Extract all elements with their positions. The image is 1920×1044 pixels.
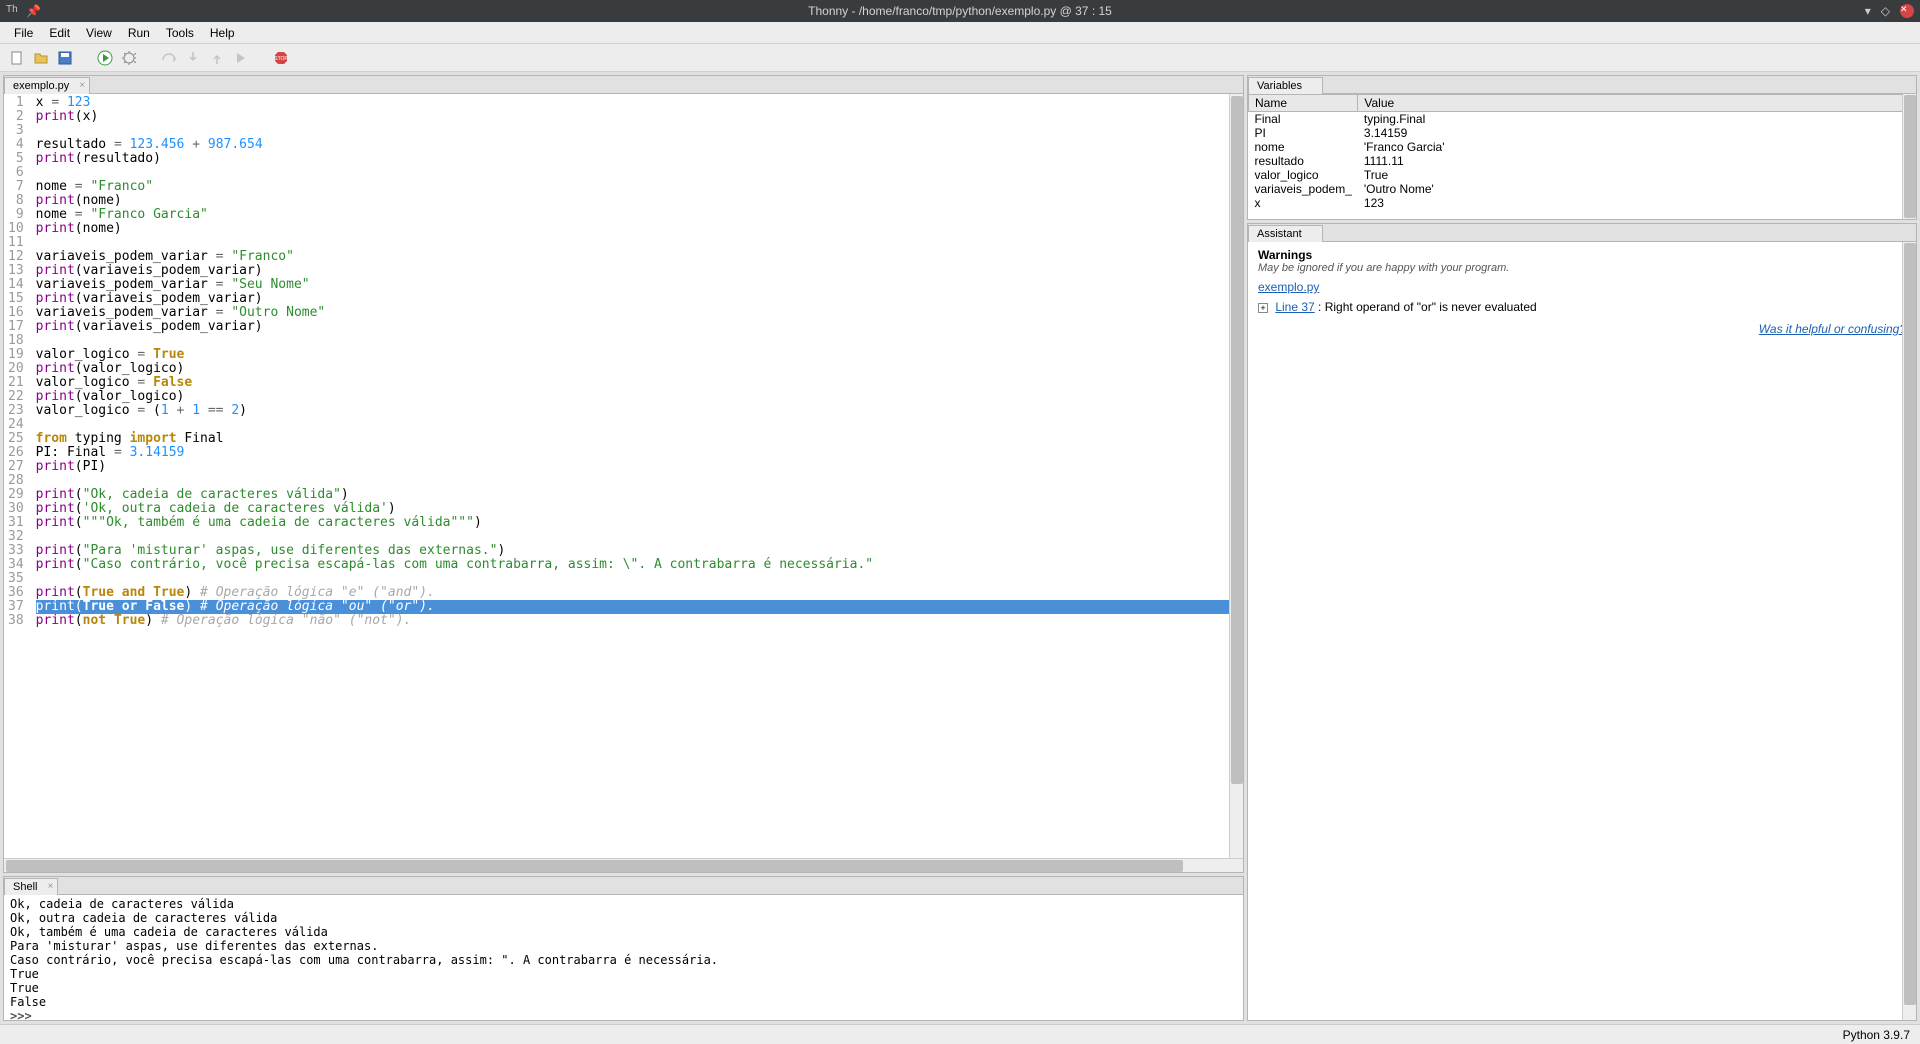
resume-icon[interactable] xyxy=(232,49,250,67)
stop-icon[interactable]: STOP xyxy=(272,49,290,67)
toolbar: STOP xyxy=(0,44,1920,72)
step-over-icon[interactable] xyxy=(160,49,178,67)
minimize-icon[interactable]: ▾ xyxy=(1865,4,1871,18)
shell-tab[interactable]: Shell × xyxy=(4,878,58,895)
table-row[interactable]: Finaltyping.Final xyxy=(1249,112,1916,127)
open-file-icon[interactable] xyxy=(32,49,50,67)
variables-col-name[interactable]: Name xyxy=(1249,95,1358,112)
shell-panel: Shell × Ok, cadeia de caracteres válida O… xyxy=(3,876,1244,1021)
variables-tab[interactable]: Variables xyxy=(1248,77,1323,94)
table-row[interactable]: valor_logicoTrue xyxy=(1249,168,1916,182)
window-title: Thonny - /home/franco/tmp/python/exemplo… xyxy=(808,4,1112,18)
variables-scrollbar-v[interactable] xyxy=(1902,94,1916,219)
assistant-scrollbar-v[interactable] xyxy=(1902,242,1916,1020)
menu-tools[interactable]: Tools xyxy=(158,24,202,42)
variables-tab-label: Variables xyxy=(1257,80,1302,92)
table-row[interactable]: x123 xyxy=(1249,196,1916,210)
line-gutter: 1234567891011121314151617181920212223242… xyxy=(4,94,32,858)
close-icon[interactable]: ✕ xyxy=(1900,4,1914,18)
menu-run[interactable]: Run xyxy=(120,24,158,42)
editor-scrollbar-v[interactable] xyxy=(1229,94,1243,858)
menu-view[interactable]: View xyxy=(78,24,120,42)
menu-file[interactable]: File xyxy=(6,24,41,42)
warnings-subtext: May be ignored if you are happy with you… xyxy=(1258,262,1906,274)
table-row[interactable]: variaveis_podem_'Outro Nome' xyxy=(1249,182,1916,196)
editor-tab[interactable]: exemplo.py × xyxy=(4,77,90,94)
assistant-panel: Assistant Warnings May be ignored if you… xyxy=(1247,223,1917,1021)
feedback-link[interactable]: Was it helpful or confusing? xyxy=(1759,322,1906,336)
table-row[interactable]: resultado1111.11 xyxy=(1249,154,1916,168)
variables-panel: Variables Name Value Finaltyping.FinalPI… xyxy=(1247,75,1917,220)
shell-tab-label: Shell xyxy=(13,881,37,893)
menu-help[interactable]: Help xyxy=(202,24,243,42)
expand-icon[interactable]: + xyxy=(1258,303,1268,313)
svg-text:STOP: STOP xyxy=(274,56,288,62)
assistant-body: Warnings May be ignored if you are happy… xyxy=(1248,242,1916,1020)
variables-table[interactable]: Name Value Finaltyping.FinalPI3.14159nom… xyxy=(1248,94,1916,219)
step-out-icon[interactable] xyxy=(208,49,226,67)
editor-tab-label: exemplo.py xyxy=(13,80,69,92)
step-into-icon[interactable] xyxy=(184,49,202,67)
assistant-line-link[interactable]: Line 37 xyxy=(1275,300,1314,314)
menu-edit[interactable]: Edit xyxy=(41,24,78,42)
app-icon: Th xyxy=(6,4,20,18)
code-area[interactable]: x = 123print(x) resultado = 123.456 + 98… xyxy=(32,94,1243,858)
debug-icon[interactable] xyxy=(120,49,138,67)
new-file-icon[interactable] xyxy=(8,49,26,67)
python-version[interactable]: Python 3.9.7 xyxy=(1843,1028,1910,1042)
editor-panel: exemplo.py × 1234567891011121314151617181… xyxy=(3,75,1244,873)
editor-scrollbar-h[interactable] xyxy=(4,858,1243,872)
assistant-file-link[interactable]: exemplo.py xyxy=(1258,280,1319,294)
table-row[interactable]: nome'Franco Garcia' xyxy=(1249,140,1916,154)
close-tab-icon[interactable]: × xyxy=(79,80,85,91)
maximize-icon[interactable]: ◇ xyxy=(1881,4,1890,18)
warnings-heading: Warnings xyxy=(1258,248,1906,262)
statusbar: Python 3.9.7 xyxy=(0,1024,1920,1044)
variables-col-value[interactable]: Value xyxy=(1358,95,1916,112)
table-row[interactable]: PI3.14159 xyxy=(1249,126,1916,140)
close-shell-tab-icon[interactable]: × xyxy=(48,881,54,892)
assistant-tab-label: Assistant xyxy=(1257,228,1302,240)
shell-output[interactable]: Ok, cadeia de caracteres válida Ok, outr… xyxy=(4,895,1243,1020)
menubar: File Edit View Run Tools Help xyxy=(0,22,1920,44)
pin-icon[interactable]: 📌 xyxy=(26,4,41,18)
code-editor[interactable]: 1234567891011121314151617181920212223242… xyxy=(4,94,1243,858)
run-icon[interactable] xyxy=(96,49,114,67)
assistant-line-msg: : Right operand of "or" is never evaluat… xyxy=(1315,300,1537,314)
save-icon[interactable] xyxy=(56,49,74,67)
window-titlebar: Th 📌 Thonny - /home/franco/tmp/python/ex… xyxy=(0,0,1920,22)
assistant-tab[interactable]: Assistant xyxy=(1248,225,1323,242)
